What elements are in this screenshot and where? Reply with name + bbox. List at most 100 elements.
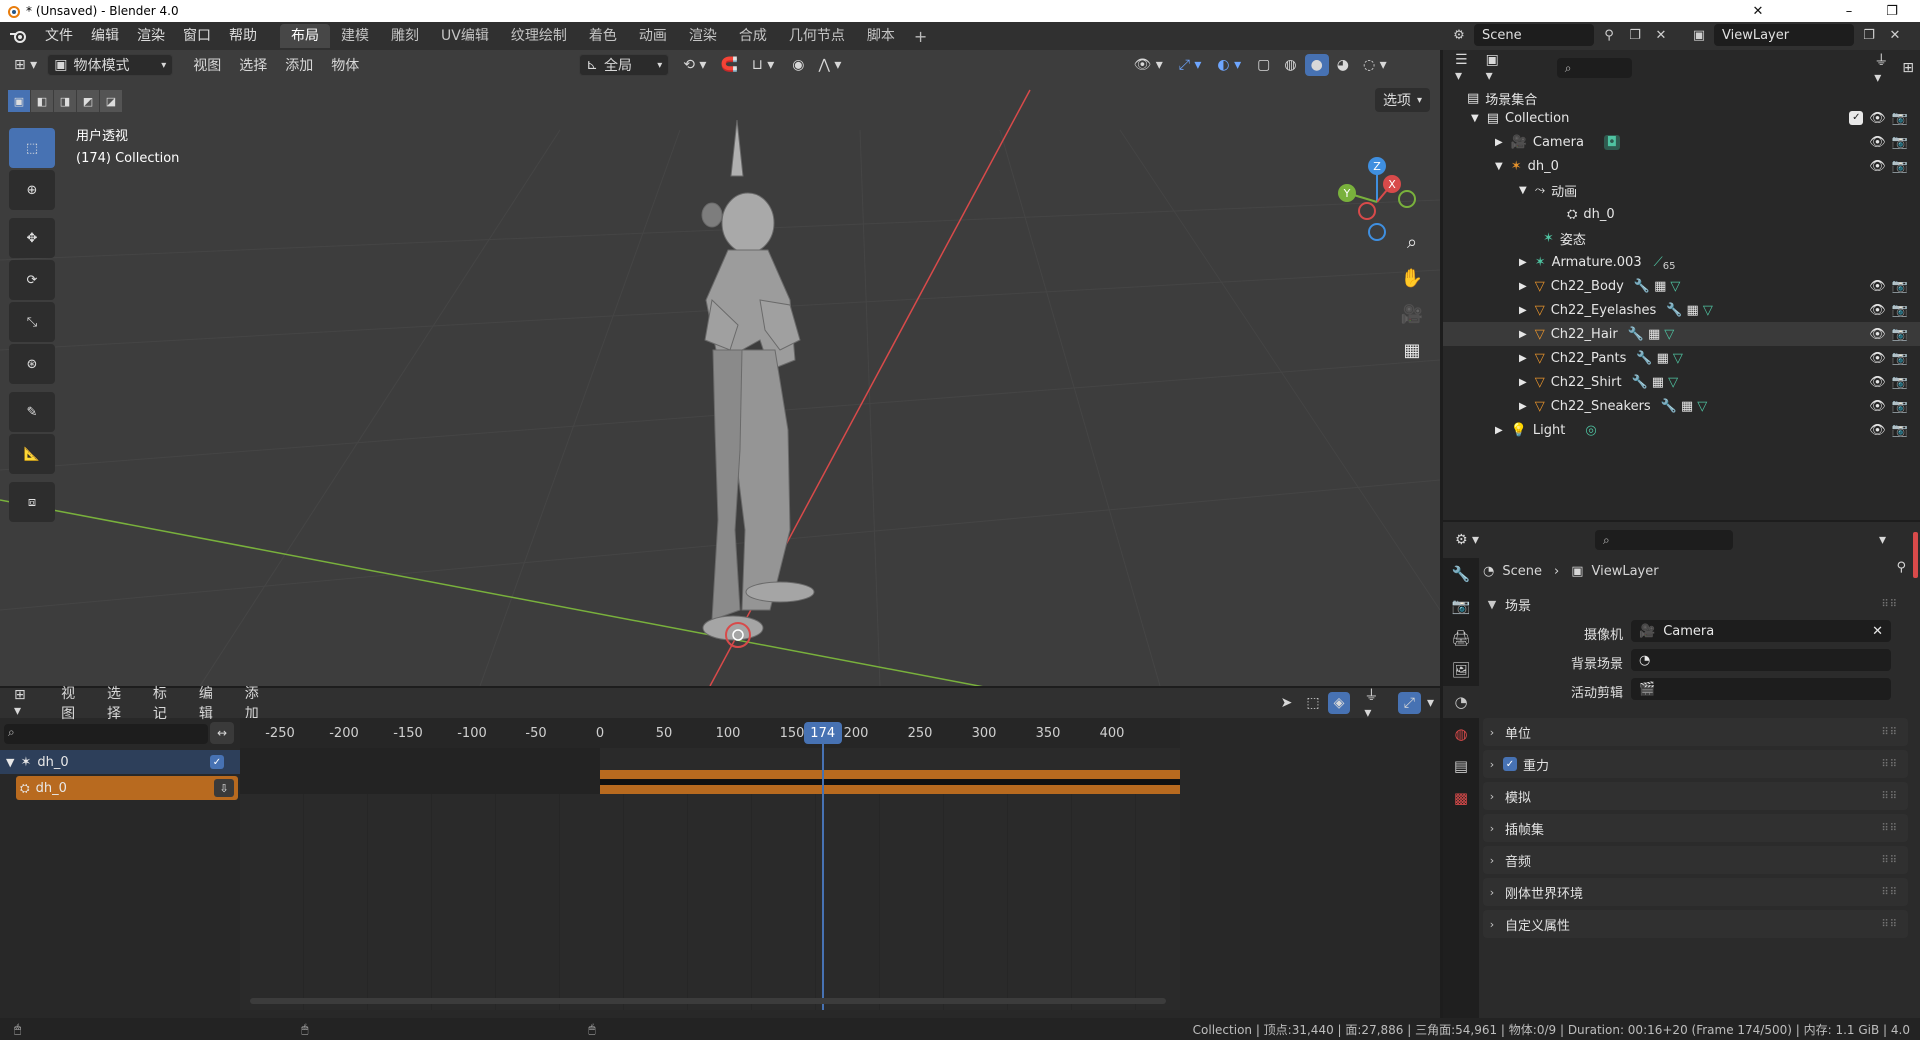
- outliner-row-action[interactable]: ⛭ dh_0: [1443, 202, 1920, 226]
- tab-compositing[interactable]: 合成: [728, 24, 778, 48]
- select-box-tool-icon[interactable]: ⬚: [9, 128, 55, 168]
- eye-icon[interactable]: 👁: [1869, 423, 1886, 438]
- drag-handle-icon[interactable]: ⠿⠿: [1881, 791, 1898, 802]
- tool-tab-icon[interactable]: 🔧: [1443, 558, 1479, 590]
- channel-search-input[interactable]: ⌕: [4, 724, 208, 744]
- menu-help[interactable]: 帮助: [220, 22, 266, 50]
- eye-icon[interactable]: 👁: [1869, 135, 1886, 150]
- menu-add[interactable]: 添加: [279, 54, 319, 76]
- expand-chevron-icon[interactable]: ▶: [1519, 377, 1527, 388]
- material-shading-icon[interactable]: ◕: [1331, 54, 1355, 76]
- xray-toggle-icon[interactable]: ▢: [1251, 54, 1276, 76]
- eye-icon[interactable]: 👁: [1869, 375, 1886, 390]
- menu-render[interactable]: 渲染: [128, 22, 174, 50]
- expand-chevron-icon[interactable]: ▶: [1495, 425, 1503, 436]
- horizontal-scrollbar[interactable]: [250, 998, 1166, 1004]
- options-dropdown[interactable]: 选项 ▾: [1374, 88, 1430, 112]
- camera-render-icon[interactable]: 📷: [1892, 111, 1908, 126]
- panel-custom-properties[interactable]: › 自定义属性 ⠿⠿: [1483, 910, 1908, 938]
- scale-tool-icon[interactable]: ⤡: [9, 302, 55, 342]
- menu-edit[interactable]: 编辑: [82, 22, 128, 50]
- expand-chevron-icon[interactable]: ▼: [1495, 161, 1503, 172]
- editor-type-button[interactable]: ⊞ ▾: [8, 687, 43, 719]
- eye-icon[interactable]: 👁: [1869, 279, 1886, 294]
- tab-texture-paint[interactable]: 纹理绘制: [500, 24, 578, 48]
- drag-handle-icon[interactable]: ⠿⠿: [1881, 887, 1898, 898]
- expand-chevron-icon[interactable]: ▶: [1519, 353, 1527, 364]
- expand-chevron-icon[interactable]: ▼: [6, 756, 14, 769]
- panel-simulation[interactable]: › 模拟 ⠿⠿: [1483, 782, 1908, 810]
- camera-render-icon[interactable]: 📷: [1892, 351, 1908, 366]
- navigation-gizmo[interactable]: Z X Y: [1330, 122, 1430, 282]
- exclude-checkbox[interactable]: ✓: [1849, 110, 1864, 125]
- view-layer-field[interactable]: ViewLayer: [1714, 24, 1854, 46]
- gravity-checkbox[interactable]: ✓: [1503, 757, 1517, 771]
- drag-handle-icon[interactable]: ⠿⠿: [1881, 727, 1898, 738]
- scene-name-field[interactable]: Scene: [1474, 24, 1594, 46]
- filter-icon[interactable]: ⏚ ▾: [1358, 688, 1395, 721]
- rotate-tool-icon[interactable]: ⟳: [9, 260, 55, 300]
- wireframe-shading-icon[interactable]: ◍: [1278, 54, 1302, 76]
- minimize-button[interactable]: –: [1826, 0, 1872, 22]
- clear-icon[interactable]: ✕: [1872, 624, 1883, 639]
- outliner-row-animation[interactable]: ▼ ⤳ 动画: [1443, 178, 1920, 202]
- expand-chevron-icon[interactable]: ▶: [1519, 257, 1527, 268]
- tab-scripting[interactable]: 脚本: [856, 24, 906, 48]
- only-errors-icon[interactable]: ◈: [1327, 692, 1351, 714]
- playhead[interactable]: [821, 744, 824, 1010]
- menu-file[interactable]: 文件: [36, 22, 82, 50]
- camera-render-icon[interactable]: 📷: [1892, 303, 1908, 318]
- select-subtract-icon[interactable]: ◨: [54, 90, 76, 112]
- outliner-row-eyelashes[interactable]: ▶ ▽ Ch22_Eyelashes 🔧 ▦ ▽ 👁 📷: [1443, 298, 1920, 322]
- cursor-tool-icon[interactable]: ⊕: [9, 170, 55, 210]
- menu-add[interactable]: 添加: [239, 686, 279, 722]
- overlay-toggle-icon[interactable]: ◐ ▾: [1211, 54, 1247, 76]
- select-extend-icon[interactable]: ◧: [31, 90, 53, 112]
- pin-icon[interactable]: ⚲: [1896, 560, 1906, 575]
- outliner-row-hair[interactable]: ▶ ▽ Ch22_Hair 🔧 ▦ ▽ 👁 📷: [1443, 322, 1920, 346]
- pin-icon[interactable]: ⚲: [1598, 24, 1620, 46]
- panel-scene[interactable]: ▼ 场景 ⠿⠿: [1483, 590, 1908, 618]
- panel-gravity[interactable]: › ✓ 重力 ⠿⠿: [1483, 750, 1908, 778]
- view-layer-icon[interactable]: ▣: [1688, 24, 1710, 46]
- camera-render-icon[interactable]: 📷: [1892, 423, 1908, 438]
- snap-target-icon[interactable]: ⊔ ▾: [746, 54, 780, 76]
- measure-tool-icon[interactable]: 📐: [9, 434, 55, 474]
- camera-render-icon[interactable]: 📷: [1892, 327, 1908, 342]
- outliner-row-camera[interactable]: ▶ 🎥 Camera ◘ 👁 📷: [1443, 130, 1920, 154]
- camera-render-icon[interactable]: 📷: [1892, 375, 1908, 390]
- annotate-tool-icon[interactable]: ✎: [9, 392, 55, 432]
- tab-uv-editing[interactable]: UV编辑: [430, 24, 500, 48]
- camera-render-icon[interactable]: 📷: [1892, 399, 1908, 414]
- outliner-search-input[interactable]: ⌕: [1556, 58, 1633, 78]
- menu-object[interactable]: 物体: [325, 54, 365, 76]
- tab-animation[interactable]: 动画: [628, 24, 678, 48]
- ortho-grid-icon[interactable]: ▦: [1396, 334, 1428, 366]
- menu-view[interactable]: 视图: [187, 54, 227, 76]
- drag-handle-icon[interactable]: ⠿⠿: [1881, 759, 1898, 770]
- panel-keying-sets[interactable]: › 插帧集 ⠿⠿: [1483, 814, 1908, 842]
- gizmo-toggle-icon[interactable]: ⤢ ▾: [1173, 54, 1208, 76]
- editor-type-button[interactable]: ⚙ ▾: [1449, 529, 1485, 551]
- eye-icon[interactable]: 👁: [1869, 159, 1886, 174]
- eye-icon[interactable]: 👁: [1869, 399, 1886, 414]
- editor-type-button[interactable]: ⊞ ▾: [8, 54, 43, 76]
- 3d-viewport[interactable]: ⊞ ▾ ▣ 物体模式 ▾ 视图 选择 添加 物体 ⊾ 全局 ▾ ⟲ ▾ 🧲 ⊔ …: [0, 50, 1440, 686]
- editor-type-button[interactable]: ☰ ▾: [1449, 52, 1474, 84]
- menu-edit[interactable]: 编辑: [193, 686, 233, 722]
- dope-sheet-area[interactable]: -250 -200 -150 -100 -50 0 50 100 150 200 250 300 350…: [240, 718, 1180, 1010]
- render-tab-icon[interactable]: 📷: [1443, 590, 1479, 622]
- auto-snap-icon[interactable]: ⤢: [1397, 692, 1421, 714]
- menu-select[interactable]: 选择: [233, 54, 273, 76]
- panel-rigid-body-world[interactable]: › 刚体世界环境 ⠿⠿: [1483, 878, 1908, 906]
- camera-view-icon[interactable]: 🎥: [1396, 298, 1428, 330]
- drag-handle-icon[interactable]: ⠿⠿: [1881, 855, 1898, 866]
- eye-icon[interactable]: 👁: [1869, 111, 1886, 126]
- scene-tab-icon[interactable]: ◔: [1443, 686, 1479, 718]
- channel-action-row[interactable]: ⛭ dh_0 ⇩: [0, 776, 240, 800]
- expand-chevron-icon[interactable]: ▼: [1471, 113, 1479, 124]
- filter-icon[interactable]: ⏚ ▾: [1868, 53, 1894, 86]
- outliner-row-light[interactable]: ▶ 💡 Light ◎ 👁 📷: [1443, 418, 1920, 442]
- close-button[interactable]: ✕: [1738, 0, 1778, 22]
- rendered-shading-icon[interactable]: ◌ ▾: [1357, 54, 1393, 76]
